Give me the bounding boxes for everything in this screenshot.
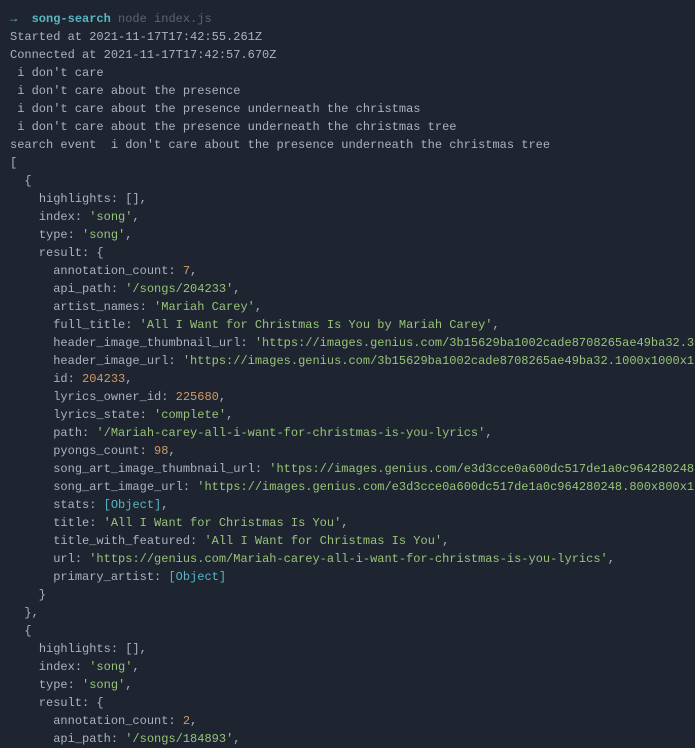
brace-open: { [10,172,685,190]
kv-lyrics-owner: lyrics_owner_id: 225680, [10,388,685,406]
kv-type-2: type: 'song', [10,676,685,694]
kv-art-url: song_art_image_url: 'https://images.geni… [10,478,685,496]
kv-index: index: 'song', [10,208,685,226]
kv-api-path-2: api_path: '/songs/184893', [10,730,685,748]
log-started: Started at 2021-11-17T17:42:55.261Z [10,28,685,46]
log-input-4: i don't care about the presence undernea… [10,118,685,136]
kv-index-2: index: 'song', [10,658,685,676]
prompt-line: → song-search node index.js [10,10,685,28]
kv-annotation-count-2: annotation_count: 2, [10,712,685,730]
log-search-event: search event i don't care about the pres… [10,136,685,154]
kv-url: url: 'https://genius.com/Mariah-carey-al… [10,550,685,568]
kv-type: type: 'song', [10,226,685,244]
brace-open-2: { [10,622,685,640]
kv-title-featured: title_with_featured: 'All I Want for Chr… [10,532,685,550]
kv-full-title: full_title: 'All I Want for Christmas Is… [10,316,685,334]
kv-result-close: } [10,586,685,604]
bracket-open: [ [10,154,685,172]
kv-result-open-2: result: { [10,694,685,712]
kv-api-path: api_path: '/songs/204233', [10,280,685,298]
kv-title: title: 'All I Want for Christmas Is You'… [10,514,685,532]
prompt-command: node index.js [118,12,212,26]
kv-id: id: 204233, [10,370,685,388]
terminal-output: → song-search node index.js Started at 2… [10,10,685,748]
log-input-3: i don't care about the presence undernea… [10,100,685,118]
kv-header-thumb: header_image_thumbnail_url: 'https://ima… [10,334,685,352]
kv-highlights: highlights: [], [10,190,685,208]
kv-lyrics-state: lyrics_state: 'complete', [10,406,685,424]
log-input-1: i don't care [10,64,685,82]
kv-header-url: header_image_url: 'https://images.genius… [10,352,685,370]
kv-artist-names: artist_names: 'Mariah Carey', [10,298,685,316]
kv-annotation-count: annotation_count: 7, [10,262,685,280]
kv-primary-artist: primary_artist: [Object] [10,568,685,586]
kv-stats: stats: [Object], [10,496,685,514]
kv-path: path: '/Mariah-carey-all-i-want-for-chri… [10,424,685,442]
kv-result-open: result: { [10,244,685,262]
kv-highlights-2: highlights: [], [10,640,685,658]
log-input-2: i don't care about the presence [10,82,685,100]
prompt-arrow: → [10,12,17,26]
log-connected: Connected at 2021-11-17T17:42:57.670Z [10,46,685,64]
kv-art-thumb: song_art_image_thumbnail_url: 'https://i… [10,460,685,478]
kv-pyongs: pyongs_count: 98, [10,442,685,460]
brace-close: }, [10,604,685,622]
prompt-cwd: song-search [32,12,111,26]
